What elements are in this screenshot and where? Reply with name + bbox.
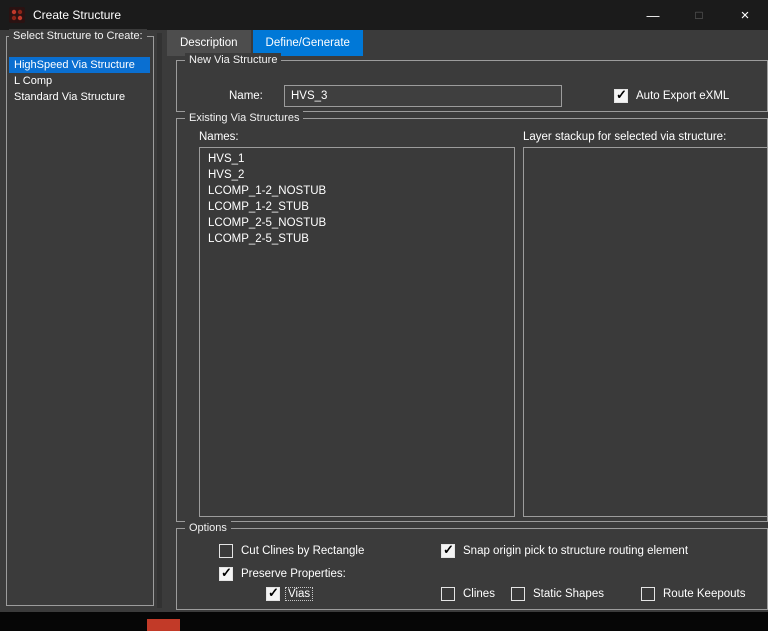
via-structure-name-item[interactable]: HVS_2 bbox=[200, 167, 514, 183]
via-structure-names-list[interactable]: HVS_1HVS_2LCOMP_1-2_NOSTUBLCOMP_1-2_STUB… bbox=[199, 147, 515, 517]
auto-export-exml-checkbox[interactable] bbox=[614, 89, 628, 103]
name-label: Name: bbox=[229, 90, 263, 102]
preserve-properties-checkbox[interactable] bbox=[219, 567, 233, 581]
structure-type-item[interactable]: L Comp bbox=[9, 73, 150, 89]
options-group: Options Cut Clines by Rectangle Snap ori… bbox=[176, 528, 768, 610]
route-keepouts-checkbox[interactable] bbox=[641, 587, 655, 601]
names-label: Names: bbox=[199, 131, 239, 143]
via-structure-name-item[interactable]: LCOMP_1-2_STUB bbox=[200, 199, 514, 215]
structure-type-list: HighSpeed Via StructureL CompStandard Vi… bbox=[9, 57, 150, 105]
structure-type-item[interactable]: Standard Via Structure bbox=[9, 89, 150, 105]
existing-via-structures-group: Existing Via Structures Names: HVS_1HVS_… bbox=[176, 118, 768, 522]
structure-type-item[interactable]: HighSpeed Via Structure bbox=[9, 57, 150, 73]
preserve-properties-label[interactable]: Preserve Properties: bbox=[241, 568, 346, 580]
cut-clines-label[interactable]: Cut Clines by Rectangle bbox=[241, 545, 364, 557]
window-title: Create Structure bbox=[33, 8, 121, 22]
vias-checkbox[interactable] bbox=[266, 587, 280, 601]
snap-origin-label[interactable]: Snap origin pick to structure routing el… bbox=[463, 545, 688, 557]
taskbar-app-icon[interactable] bbox=[147, 619, 180, 631]
titlebar: Create Structure — □ × bbox=[0, 0, 768, 30]
route-keepouts-label[interactable]: Route Keepouts bbox=[663, 588, 745, 600]
vias-label[interactable]: Vias bbox=[285, 587, 313, 601]
layer-stackup-label: Layer stackup for selected via structure… bbox=[523, 131, 726, 143]
snap-origin-checkbox[interactable] bbox=[441, 544, 455, 558]
via-structure-name-item[interactable]: LCOMP_1-2_NOSTUB bbox=[200, 183, 514, 199]
window-controls: — □ × bbox=[630, 0, 768, 30]
clines-checkbox[interactable] bbox=[441, 587, 455, 601]
new-via-structure-group-label: New Via Structure bbox=[185, 53, 281, 67]
clines-label[interactable]: Clines bbox=[463, 588, 495, 600]
app-icon bbox=[9, 7, 25, 23]
name-input[interactable] bbox=[284, 85, 562, 107]
via-structure-name-item[interactable]: HVS_1 bbox=[200, 151, 514, 167]
auto-export-exml-label[interactable]: Auto Export eXML bbox=[636, 90, 729, 102]
panel-splitter[interactable] bbox=[157, 33, 162, 608]
cut-clines-checkbox[interactable] bbox=[219, 544, 233, 558]
static-shapes-checkbox[interactable] bbox=[511, 587, 525, 601]
via-structure-name-item[interactable]: LCOMP_2-5_NOSTUB bbox=[200, 215, 514, 231]
create-structure-dialog: Create Structure — □ × Select Structure … bbox=[0, 0, 768, 631]
new-via-structure-group: New Via Structure Name: Auto Export eXML bbox=[176, 60, 768, 112]
static-shapes-label[interactable]: Static Shapes bbox=[533, 588, 604, 600]
taskbar-strip bbox=[0, 612, 768, 631]
maximize-button[interactable]: □ bbox=[676, 0, 722, 30]
via-structure-name-item[interactable]: LCOMP_2-5_STUB bbox=[200, 231, 514, 247]
structure-type-group: Select Structure to Create: HighSpeed Vi… bbox=[6, 36, 154, 606]
existing-via-structures-group-label: Existing Via Structures bbox=[185, 111, 303, 125]
options-group-label: Options bbox=[185, 521, 231, 535]
layer-stackup-list[interactable] bbox=[523, 147, 768, 517]
close-button[interactable]: × bbox=[722, 0, 768, 30]
minimize-button[interactable]: — bbox=[630, 0, 676, 30]
structure-type-group-label: Select Structure to Create: bbox=[9, 29, 147, 43]
